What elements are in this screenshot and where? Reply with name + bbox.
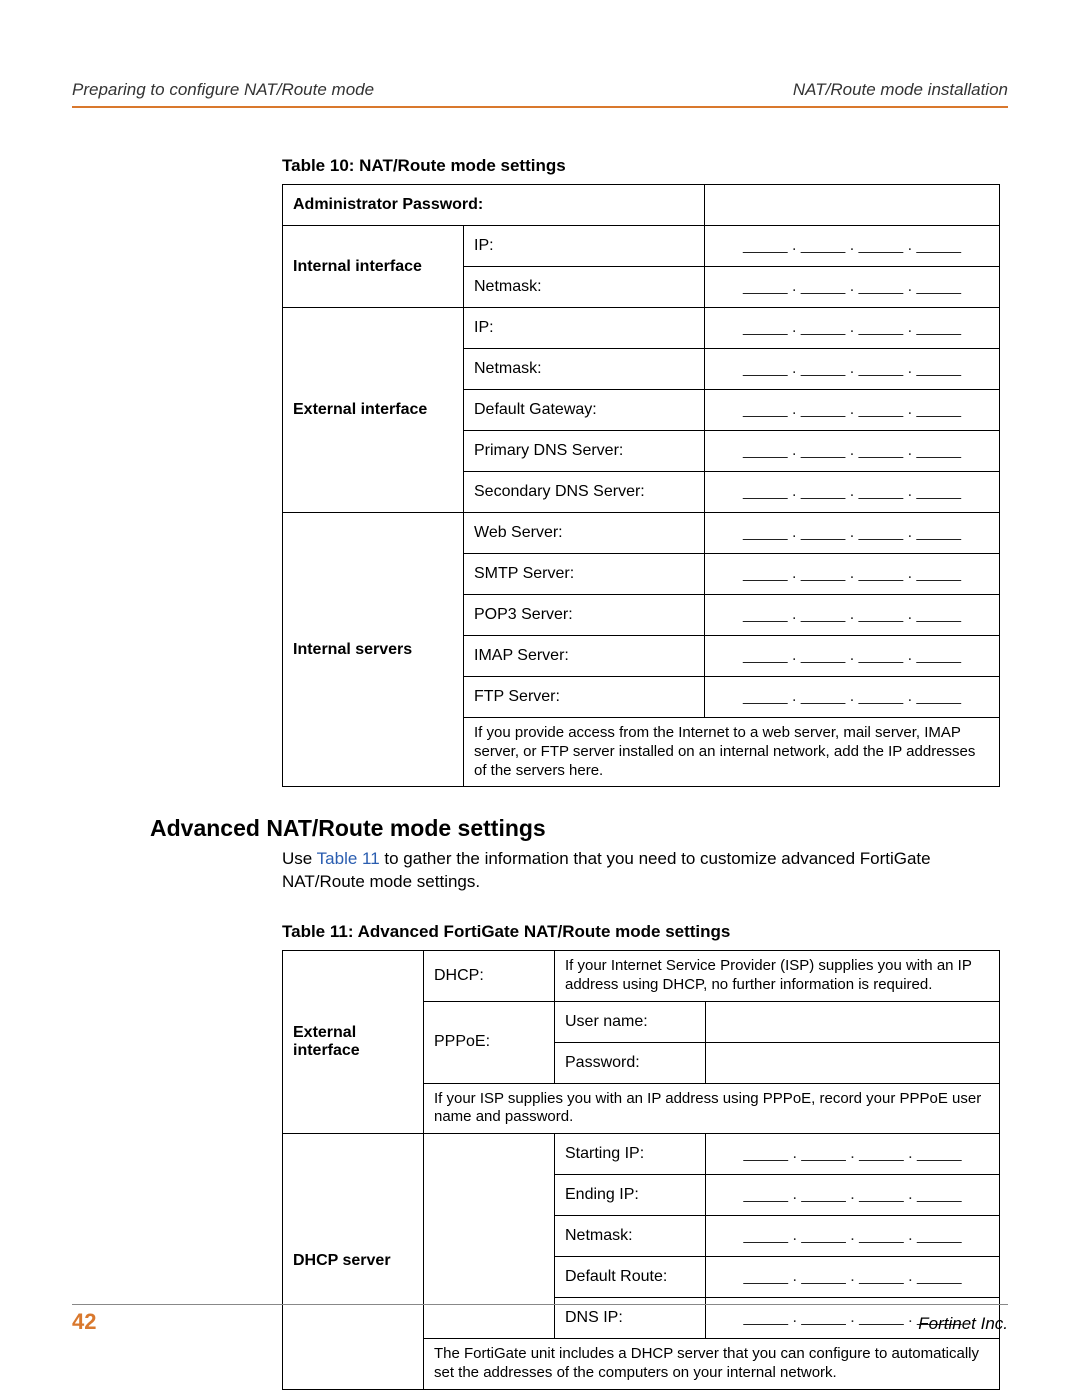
table-row: DHCP server Starting IP: _____ . _____ .… — [283, 1134, 1000, 1175]
header-left: Preparing to configure NAT/Route mode — [72, 80, 374, 100]
cell-default-route: Default Route: — [555, 1257, 706, 1298]
table-row: External interface IP: _____ . _____ . _… — [283, 308, 1000, 349]
cell-ip-blank: _____ . _____ . _____ . _____ — [706, 1216, 1000, 1257]
body-para: Use Table 11 to gather the information t… — [282, 848, 1000, 894]
cell-netmask-label: Netmask: — [464, 349, 705, 390]
cell-ending-ip: Ending IP: — [555, 1175, 706, 1216]
section-heading: Advanced NAT/Route mode settings — [150, 815, 1008, 842]
cell-ip-blank: _____ . _____ . _____ . _____ — [705, 267, 1000, 308]
table-row: Internal servers Web Server: _____ . ___… — [283, 513, 1000, 554]
cell-ip-blank: _____ . _____ . _____ . _____ — [705, 431, 1000, 472]
table10-caption: Table 10: NAT/Route mode settings — [282, 156, 1000, 176]
cell-pppoe-label: PPPoE: — [424, 1001, 555, 1083]
running-header: Preparing to configure NAT/Route mode NA… — [72, 80, 1008, 100]
cell-ip-blank: _____ . _____ . _____ . _____ — [705, 390, 1000, 431]
footer: 42 Fortinet Inc. — [72, 1304, 1008, 1335]
cell-blank — [706, 1001, 1000, 1042]
cell-ip-blank: _____ . _____ . _____ . _____ — [705, 554, 1000, 595]
cell-internal-servers: Internal servers — [283, 513, 464, 787]
cell-dhcp-desc: If your Internet Service Provider (ISP) … — [555, 951, 1000, 1002]
cell-ip-blank: _____ . _____ . _____ . _____ — [705, 308, 1000, 349]
para-post: to gather the information that you need … — [282, 849, 931, 891]
cell-smtp-label: SMTP Server: — [464, 554, 705, 595]
cell-ip-blank: _____ . _____ . _____ . _____ — [706, 1134, 1000, 1175]
cell-ip-blank: _____ . _____ . _____ . _____ — [705, 677, 1000, 718]
cell-servers-note: If you provide access from the Internet … — [464, 718, 1000, 787]
table10: Administrator Password: Internal interfa… — [282, 184, 1000, 787]
cell-blank — [705, 185, 1000, 226]
cell-pop3-label: POP3 Server: — [464, 595, 705, 636]
cell-dhcp-server: DHCP server — [283, 1134, 424, 1390]
cell-dhcp-label: DHCP: — [424, 951, 555, 1002]
header-rule — [72, 106, 1008, 108]
cell-ip-blank: _____ . _____ . _____ . _____ — [705, 513, 1000, 554]
footer-rule — [72, 1304, 1008, 1305]
cell-dhcp-note: The FortiGate unit includes a DHCP serve… — [424, 1339, 1000, 1390]
cell-starting-ip: Starting IP: — [555, 1134, 706, 1175]
table11-caption: Table 11: Advanced FortiGate NAT/Route m… — [282, 922, 1000, 942]
cell-ip-label: IP: — [464, 226, 705, 267]
header-right: NAT/Route mode installation — [793, 80, 1008, 100]
cell-defgw-label: Default Gateway: — [464, 390, 705, 431]
footer-row: 42 Fortinet Inc. — [72, 1309, 1008, 1335]
cell-ip-blank: _____ . _____ . _____ . _____ — [705, 472, 1000, 513]
table-row: External interface DHCP: If your Interne… — [283, 951, 1000, 1002]
cell-ip-blank: _____ . _____ . _____ . _____ — [706, 1257, 1000, 1298]
cell-external-if: External interface — [283, 951, 424, 1134]
para-pre: Use — [282, 849, 317, 868]
cell-imap-label: IMAP Server: — [464, 636, 705, 677]
cell-username-label: User name: — [555, 1001, 706, 1042]
cell-ip-blank: _____ . _____ . _____ . _____ — [706, 1175, 1000, 1216]
cell-ip-blank: _____ . _____ . _____ . _____ — [705, 636, 1000, 677]
cell-ip-label: IP: — [464, 308, 705, 349]
cell-ip-blank: _____ . _____ . _____ . _____ — [705, 226, 1000, 267]
cell-pdns-label: Primary DNS Server: — [464, 431, 705, 472]
cell-web-label: Web Server: — [464, 513, 705, 554]
page-number: 42 — [72, 1309, 96, 1335]
cell-ip-blank: _____ . _____ . _____ . _____ — [705, 595, 1000, 636]
table-row: Internal interface IP: _____ . _____ . _… — [283, 226, 1000, 267]
cell-blank — [706, 1042, 1000, 1083]
table-row: Administrator Password: — [283, 185, 1000, 226]
cell-pppoe-note: If your ISP supplies you with an IP addr… — [424, 1083, 1000, 1134]
cell-admin-pw: Administrator Password: — [283, 185, 705, 226]
cell-internal-if: Internal interface — [283, 226, 464, 308]
cell-sdns-label: Secondary DNS Server: — [464, 472, 705, 513]
cell-ip-blank: _____ . _____ . _____ . _____ — [705, 349, 1000, 390]
footer-company: Fortinet Inc. — [918, 1314, 1008, 1334]
table11-link[interactable]: Table 11 — [317, 849, 380, 868]
page: Preparing to configure NAT/Route mode NA… — [0, 0, 1080, 1397]
cell-ftp-label: FTP Server: — [464, 677, 705, 718]
content-col: Table 10: NAT/Route mode settings Admini… — [282, 156, 1000, 787]
cell-password-label: Password: — [555, 1042, 706, 1083]
cell-external-if: External interface — [283, 308, 464, 513]
cell-netmask-label: Netmask: — [464, 267, 705, 308]
cell-netmask: Netmask: — [555, 1216, 706, 1257]
